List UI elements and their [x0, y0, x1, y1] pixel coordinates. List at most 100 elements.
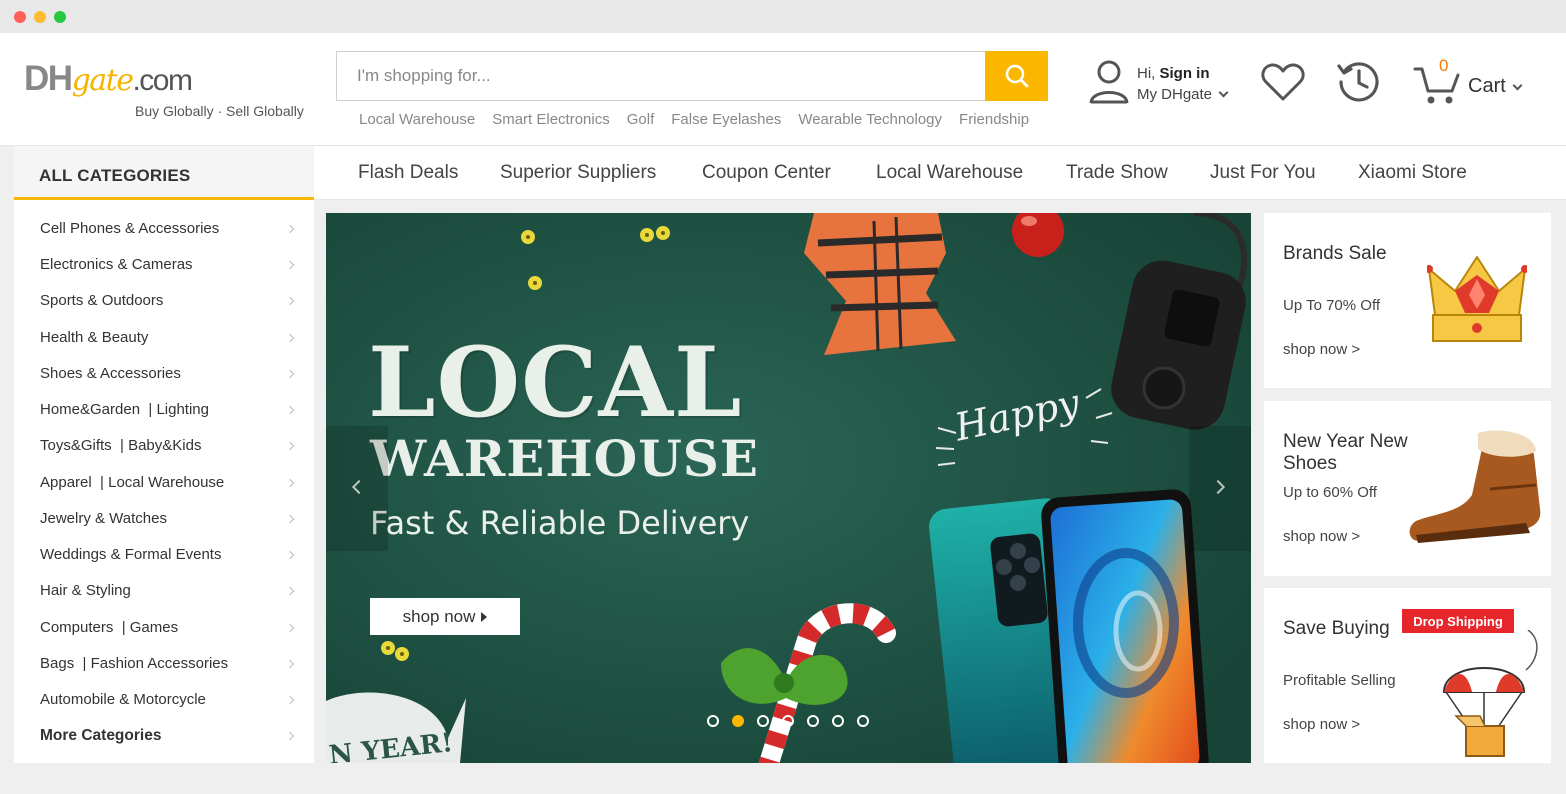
sign-in-link[interactable]: Sign in [1160, 65, 1210, 82]
chevron-right-icon [285, 695, 295, 705]
carousel-dot-active[interactable] [732, 715, 744, 727]
carousel-dot[interactable] [782, 715, 794, 727]
category-sidebar: Cell Phones & Accessories Electronics & … [14, 200, 314, 763]
carousel-dot[interactable] [832, 715, 844, 727]
promo-card-brands-sale[interactable]: Brands Sale Up To 70% Off shop now > [1264, 213, 1551, 388]
category-item[interactable]: Shoes & Accessories [40, 365, 181, 382]
nav-local-warehouse[interactable]: Local Warehouse [876, 162, 1023, 184]
chevron-right-icon [285, 260, 295, 270]
close-window-button[interactable] [14, 11, 26, 23]
category-item[interactable]: Computers | Games [40, 619, 178, 636]
category-item[interactable]: Cell Phones & Accessories [40, 220, 219, 237]
window-titlebar [0, 0, 1566, 33]
cart-icon [1413, 67, 1460, 104]
maximize-window-button[interactable] [54, 11, 66, 23]
carousel-dot[interactable] [857, 715, 869, 727]
user-icon [1089, 60, 1129, 104]
chevron-right-icon [285, 333, 295, 343]
carousel-dot[interactable] [807, 715, 819, 727]
chevron-right-icon [285, 550, 295, 560]
promo-shop-now-link[interactable]: shop now > [1283, 341, 1360, 358]
account-menu[interactable]: Hi, Sign in My DHgate [1086, 57, 1246, 107]
category-item[interactable]: Sports & Outdoors [40, 292, 163, 309]
search-button[interactable] [985, 51, 1048, 101]
search-bar [336, 51, 1048, 101]
top-navigation: Flash Deals Superior Suppliers Coupon Ce… [314, 146, 1566, 200]
category-item[interactable]: Bags | Fashion Accessories [40, 655, 228, 672]
category-item[interactable]: Hair & Styling [40, 582, 131, 599]
wishlist-button[interactable] [1260, 61, 1306, 108]
chevron-right-icon [285, 731, 295, 741]
carousel-dot[interactable] [757, 715, 769, 727]
chevron-right-icon [285, 623, 295, 633]
browsing-history-button[interactable] [1336, 58, 1382, 109]
promo-card-new-year-shoes[interactable]: New Year New Shoes Up to 60% Off shop no… [1264, 401, 1551, 576]
banner-prev-button[interactable] [326, 426, 388, 551]
category-item[interactable]: Toys&Gifts | Baby&Kids [40, 437, 201, 454]
chevron-right-icon [285, 296, 295, 306]
nav-just-for-you[interactable]: Just For You [1210, 162, 1316, 184]
crown-icon [1427, 256, 1527, 342]
quick-link[interactable]: Golf [627, 111, 655, 128]
nav-xiaomi-store[interactable]: Xiaomi Store [1358, 162, 1467, 184]
category-item[interactable]: Home&Garden | Lighting [40, 401, 209, 418]
logo-tagline: Buy Globally · Sell Globally [135, 103, 304, 119]
promo-subtitle: Up to 60% Off [1283, 484, 1377, 501]
nav-flash-deals[interactable]: Flash Deals [358, 162, 458, 184]
quick-link[interactable]: Local Warehouse [359, 111, 475, 128]
banner-title: LOCAL [368, 326, 743, 439]
chevron-right-icon [285, 659, 295, 669]
chevron-right-icon [285, 405, 295, 415]
chevron-right-icon [285, 224, 295, 234]
history-icon [1337, 62, 1379, 102]
category-item[interactable]: Jewelry & Watches [40, 510, 167, 527]
minimize-window-button[interactable] [34, 11, 46, 23]
chevron-right-icon [285, 369, 295, 379]
promo-shop-now-link[interactable]: shop now > [1283, 716, 1360, 733]
parachute-box-icon [1442, 630, 1538, 757]
hot-search-links: Local Warehouse Smart Electronics Golf F… [359, 111, 1029, 128]
more-categories-link[interactable]: More Categories [40, 727, 161, 745]
category-item[interactable]: Health & Beauty [40, 329, 148, 346]
cart-count-badge: 0 [1439, 56, 1449, 75]
chevron-left-icon [351, 479, 367, 495]
promo-shop-now-link[interactable]: shop now > [1283, 528, 1360, 545]
cart-label: Cart [1468, 75, 1523, 98]
chevron-down-icon [1512, 80, 1523, 91]
chevron-right-icon [1210, 479, 1226, 495]
category-item[interactable]: Apparel | Local Warehouse [40, 474, 224, 491]
category-item[interactable]: Weddings & Formal Events [40, 546, 221, 563]
banner-title-secondary: WAREHOUSE [370, 429, 760, 488]
promo-subtitle: Profitable Selling [1283, 672, 1396, 689]
hero-banner[interactable]: N YEAR! LOCAL WAREHOUSE Fast & Reliable … [326, 213, 1251, 763]
dhgate-logo[interactable]: DHgate.com Buy Globally · Sell Globally [24, 57, 314, 127]
search-input[interactable] [337, 52, 985, 100]
quick-link[interactable]: False Eyelashes [671, 111, 781, 128]
cart-button[interactable]: 0 Cart [1412, 56, 1542, 107]
boot-icon [1409, 430, 1541, 543]
quick-link[interactable]: Wearable Technology [798, 111, 942, 128]
logo-wordmark: DHgate.com [24, 59, 193, 98]
quick-link[interactable]: Friendship [959, 111, 1029, 128]
promo-title: Brands Sale [1283, 243, 1387, 264]
site-header: DHgate.com Buy Globally · Sell Globally … [0, 33, 1566, 146]
banner-shop-now-button[interactable]: shop now [370, 598, 520, 635]
all-categories-header[interactable]: ALL CATEGORIES [14, 146, 314, 200]
promo-subtitle: Up To 70% Off [1283, 297, 1381, 314]
banner-next-button[interactable] [1189, 426, 1251, 551]
chevron-right-icon [285, 586, 295, 596]
carousel-pagination [707, 715, 869, 727]
category-item[interactable]: Electronics & Cameras [40, 256, 193, 273]
banner-subtitle: Fast & Reliable Delivery [370, 504, 750, 542]
quick-link[interactable]: Smart Electronics [492, 111, 610, 128]
carousel-dot[interactable] [707, 715, 719, 727]
play-triangle-icon [481, 611, 488, 622]
search-icon [1005, 64, 1028, 88]
account-text: Hi, Sign in My DHgate [1137, 63, 1229, 105]
promo-card-drop-shipping[interactable]: Save Buying Profitable Selling shop now … [1264, 588, 1551, 763]
my-dhgate-link[interactable]: My DHgate [1137, 86, 1212, 103]
nav-trade-show[interactable]: Trade Show [1066, 162, 1168, 184]
nav-coupon-center[interactable]: Coupon Center [702, 162, 831, 184]
category-item[interactable]: Automobile & Motorcycle [40, 691, 206, 708]
nav-superior-suppliers[interactable]: Superior Suppliers [500, 162, 656, 184]
